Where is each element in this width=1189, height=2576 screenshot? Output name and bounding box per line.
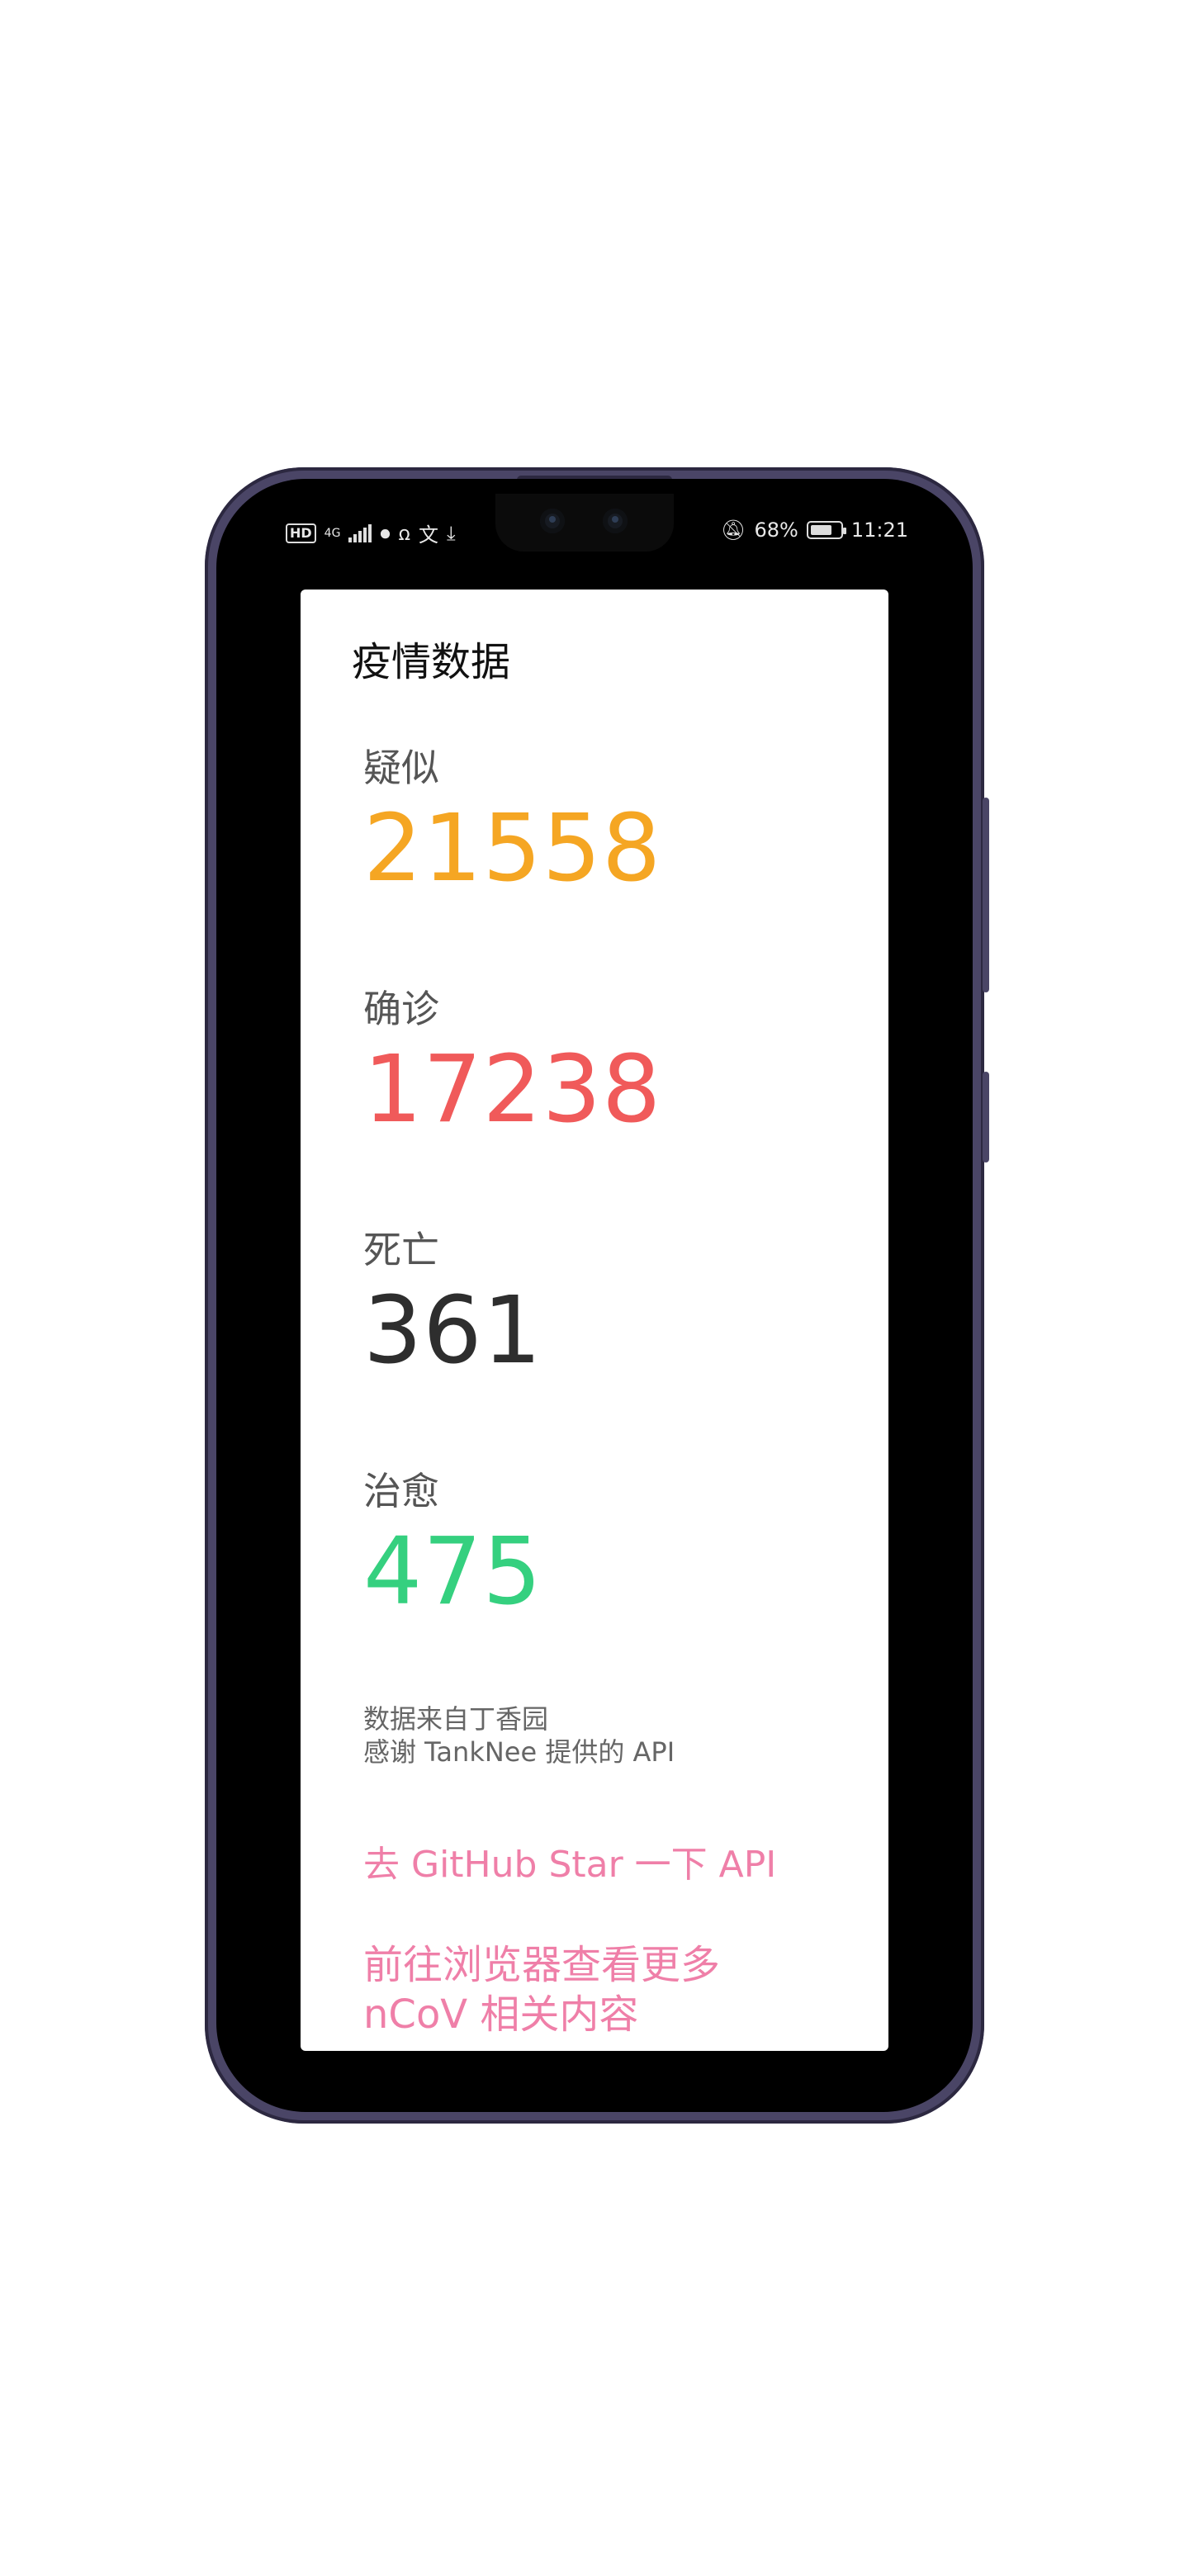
github-star-link[interactable]: 去 GitHub Star 一下 API <box>363 1835 776 1887</box>
battery-percent: 68% <box>754 519 798 542</box>
data-source-note: 数据来自丁香园 感谢 TankNee 提供的 API <box>363 1702 675 1769</box>
credit-line: 感谢 TankNee 提供的 API <box>363 1736 675 1768</box>
network-type: 4G <box>324 526 341 540</box>
power-button <box>983 1072 989 1163</box>
hd-icon: HD <box>286 523 316 543</box>
download-icon: ⤓ <box>446 521 456 545</box>
translate-icon: 文 <box>418 523 438 547</box>
stat-value: 21558 <box>363 795 662 902</box>
stat-value: 17238 <box>363 1036 662 1144</box>
stat-suspected: 疑似 21558 <box>363 743 661 898</box>
source-line: 数据来自丁香园 <box>363 1703 549 1735</box>
app-screen: 疫情数据 疑似 21558 确诊 17238 死亡 361 治愈 475 数据来… <box>301 590 888 2051</box>
bell-off-icon: 🔕︎ <box>721 519 746 542</box>
volume-button <box>983 798 989 992</box>
clock: 11:21 <box>850 519 908 542</box>
page-title: 疫情数据 <box>352 639 511 685</box>
battery-icon <box>806 521 846 539</box>
stat-label: 确诊 <box>363 987 439 1031</box>
stat-value: 361 <box>363 1277 542 1385</box>
vpn-icon: ⏺ <box>380 521 391 545</box>
nfc-icon: ꭥ <box>398 522 410 545</box>
stat-label: 死亡 <box>363 1228 439 1272</box>
status-bar: HD 4G ⏺ ꭥ 文 ⤓ 🔕︎ 68% 11:21 <box>281 515 908 548</box>
stat-recovered: 治愈 475 <box>363 1466 542 1622</box>
open-browser-link[interactable]: 前往浏览器查看更多 nCoV 相关内容 <box>363 1940 826 2039</box>
stat-label: 治愈 <box>363 1469 439 1513</box>
signal-icon <box>348 523 372 542</box>
stat-label: 疑似 <box>363 746 439 790</box>
stat-value: 475 <box>363 1518 542 1626</box>
stat-confirmed: 确诊 17238 <box>363 984 661 1139</box>
stat-deaths: 死亡 361 <box>363 1225 542 1380</box>
